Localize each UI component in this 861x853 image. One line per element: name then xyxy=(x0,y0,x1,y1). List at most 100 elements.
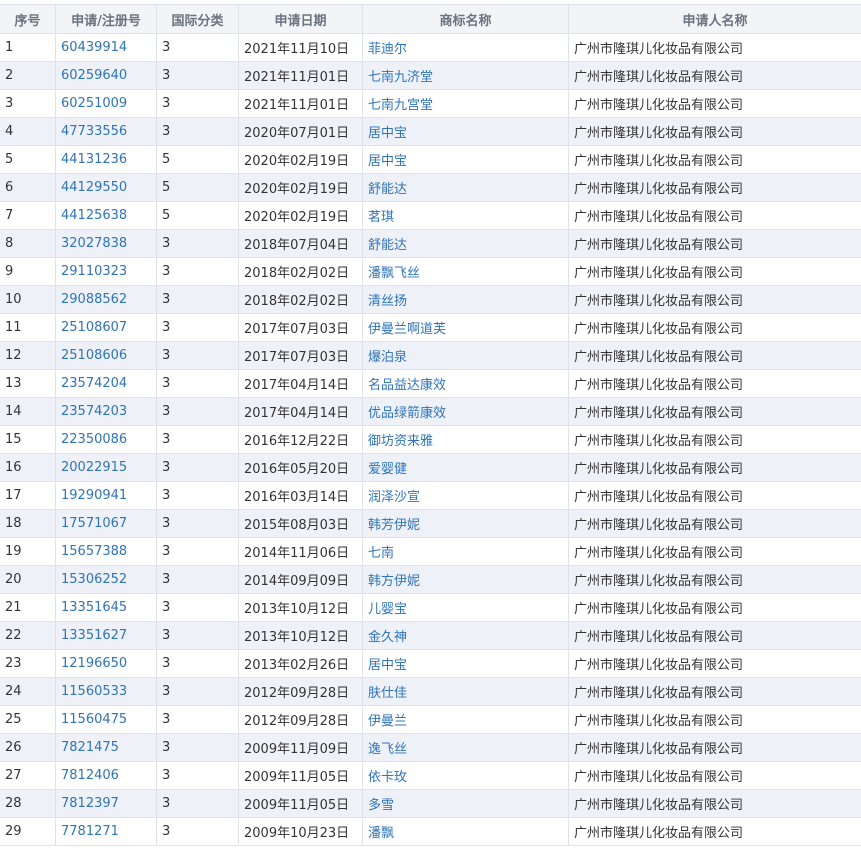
registration-number-link[interactable]: 47733556 xyxy=(61,124,127,139)
trademark-name-link[interactable]: 舒能达 xyxy=(368,182,407,197)
column-header-trademark-name[interactable]: 商标名称 xyxy=(363,5,569,34)
registration-number-link[interactable]: 23574203 xyxy=(61,404,127,419)
applicant-name: 广州市隆琪儿化妆品有限公司 xyxy=(574,490,743,505)
registration-number-link[interactable]: 23574204 xyxy=(61,376,127,391)
trademark-name-link[interactable]: 伊曼兰啊道芙 xyxy=(368,322,446,337)
table-cell-registration-number: 44129550 xyxy=(56,174,157,202)
trademark-name-link[interactable]: 清丝扬 xyxy=(368,294,407,309)
trademark-name-link[interactable]: 肤仕佳 xyxy=(368,686,407,701)
table-cell-applicant-name: 广州市隆琪儿化妆品有限公司 xyxy=(569,314,861,342)
column-header-class[interactable]: 国际分类 xyxy=(157,5,239,34)
trademark-name-link[interactable]: 爱婴健 xyxy=(368,462,407,477)
trademark-name-link[interactable]: 儿婴宝 xyxy=(368,602,407,617)
trademark-name-link[interactable]: 潘飘 xyxy=(368,826,394,841)
row-index: 18 xyxy=(5,516,22,531)
registration-number-link[interactable]: 11560475 xyxy=(61,712,127,727)
international-class: 3 xyxy=(162,600,170,615)
trademark-name-link[interactable]: 七南 xyxy=(368,546,394,561)
table-cell-international-class: 3 xyxy=(157,818,239,846)
trademark-name-link[interactable]: 七南九济堂 xyxy=(368,70,433,85)
column-header-applicant[interactable]: 申请人名称 xyxy=(569,5,861,34)
table-cell-applicant-name: 广州市隆琪儿化妆品有限公司 xyxy=(569,426,861,454)
row-index: 10 xyxy=(5,292,22,307)
trademark-name-link[interactable]: 居中宝 xyxy=(368,126,407,141)
table-cell-row-index: 9 xyxy=(0,258,56,286)
registration-number-link[interactable]: 44125638 xyxy=(61,208,127,223)
table-cell-applicant-name: 广州市隆琪儿化妆品有限公司 xyxy=(569,790,861,818)
table-cell-row-index: 17 xyxy=(0,482,56,510)
registration-number-link[interactable]: 29088562 xyxy=(61,292,127,307)
trademark-name-link[interactable]: 居中宝 xyxy=(368,658,407,673)
table-cell-trademark-name: 依卡玫 xyxy=(363,762,569,790)
table-cell-trademark-name: 伊曼兰啊道芙 xyxy=(363,314,569,342)
registration-number-link[interactable]: 17571067 xyxy=(61,516,127,531)
registration-number-link[interactable]: 12196650 xyxy=(61,656,127,671)
table-cell-row-index: 3 xyxy=(0,90,56,118)
registration-number-link[interactable]: 25108606 xyxy=(61,348,127,363)
registration-number-link[interactable]: 19290941 xyxy=(61,488,127,503)
trademark-name-link[interactable]: 茗琪 xyxy=(368,210,394,225)
trademark-name-link[interactable]: 伊曼兰 xyxy=(368,714,407,729)
registration-number-link[interactable]: 60439914 xyxy=(61,40,127,55)
registration-number-link[interactable]: 11560533 xyxy=(61,684,127,699)
table-cell-applicant-name: 广州市隆琪儿化妆品有限公司 xyxy=(569,370,861,398)
registration-number-link[interactable]: 13351645 xyxy=(61,600,127,615)
applicant-name: 广州市隆琪儿化妆品有限公司 xyxy=(574,238,743,253)
trademark-name-link[interactable]: 七南九宫堂 xyxy=(368,98,433,113)
row-index: 29 xyxy=(5,824,22,839)
column-header-reg-no[interactable]: 申请/注册号 xyxy=(56,5,157,34)
row-index: 16 xyxy=(5,460,22,475)
table-cell-applicant-name: 广州市隆琪儿化妆品有限公司 xyxy=(569,454,861,482)
trademark-name-link[interactable]: 润泽沙宣 xyxy=(368,490,420,505)
registration-number-link[interactable]: 15657388 xyxy=(61,544,127,559)
application-date: 2017年07月03日 xyxy=(244,350,349,365)
column-header-date[interactable]: 申请日期 xyxy=(239,5,363,34)
table-row: 83202783832018年07月04日舒能达广州市隆琪儿化妆品有限公司 xyxy=(0,230,861,258)
registration-number-link[interactable]: 15306252 xyxy=(61,572,127,587)
trademark-name-link[interactable]: 金久神 xyxy=(368,630,407,645)
trademark-name-link[interactable]: 菲迪尔 xyxy=(368,42,407,57)
trademark-name-link[interactable]: 居中宝 xyxy=(368,154,407,169)
table-cell-trademark-name: 韩方伊妮 xyxy=(363,566,569,594)
trademark-name-link[interactable]: 潘飘飞丝 xyxy=(368,266,420,281)
table-cell-application-date: 2020年02月19日 xyxy=(239,146,363,174)
trademark-name-link[interactable]: 韩方伊妮 xyxy=(368,574,420,589)
trademark-name-link[interactable]: 逸飞丝 xyxy=(368,742,407,757)
international-class: 3 xyxy=(162,40,170,55)
registration-number-link[interactable]: 44129550 xyxy=(61,180,127,195)
registration-number-link[interactable]: 7812397 xyxy=(61,796,119,811)
registration-number-link[interactable]: 25108607 xyxy=(61,320,127,335)
table-row: 201530625232014年09月09日韩方伊妮广州市隆琪儿化妆品有限公司 xyxy=(0,566,861,594)
table-cell-trademark-name: 多雪 xyxy=(363,790,569,818)
registration-number-link[interactable]: 32027838 xyxy=(61,236,127,251)
table-cell-international-class: 3 xyxy=(157,622,239,650)
registration-number-link[interactable]: 7781271 xyxy=(61,824,119,839)
registration-number-link[interactable]: 20022915 xyxy=(61,460,127,475)
registration-number-link[interactable]: 7821475 xyxy=(61,740,119,755)
registration-number-link[interactable]: 29110323 xyxy=(61,264,127,279)
table-row: 251156047532012年09月28日伊曼兰广州市隆琪儿化妆品有限公司 xyxy=(0,706,861,734)
registration-number-link[interactable]: 60251009 xyxy=(61,96,127,111)
registration-number-link[interactable]: 44131236 xyxy=(61,152,127,167)
column-header-index[interactable]: 序号 xyxy=(0,5,56,34)
table-row: 142357420332017年04月14日优品绿箭康效广州市隆琪儿化妆品有限公… xyxy=(0,398,861,426)
registration-number-link[interactable]: 7812406 xyxy=(61,768,119,783)
trademark-name-link[interactable]: 名品益达康效 xyxy=(368,378,446,393)
table-row: 64412955052020年02月19日舒能达广州市隆琪儿化妆品有限公司 xyxy=(0,174,861,202)
registration-number-link[interactable]: 13351627 xyxy=(61,628,127,643)
trademark-name-link[interactable]: 爆泊泉 xyxy=(368,350,407,365)
trademark-name-link[interactable]: 韩芳伊妮 xyxy=(368,518,420,533)
table-cell-registration-number: 60259640 xyxy=(56,62,157,90)
trademark-name-link[interactable]: 优品绿箭康效 xyxy=(368,406,446,421)
applicant-name: 广州市隆琪儿化妆品有限公司 xyxy=(574,462,743,477)
registration-number-link[interactable]: 22350086 xyxy=(61,432,127,447)
trademark-name-link[interactable]: 依卡玫 xyxy=(368,770,407,785)
trademark-name-link[interactable]: 舒能达 xyxy=(368,238,407,253)
table-cell-application-date: 2013年10月12日 xyxy=(239,594,363,622)
trademark-name-link[interactable]: 御坊资来雅 xyxy=(368,434,433,449)
table-cell-registration-number: 25108607 xyxy=(56,314,157,342)
international-class: 3 xyxy=(162,516,170,531)
trademark-name-link[interactable]: 多雪 xyxy=(368,798,394,813)
registration-number-link[interactable]: 60259640 xyxy=(61,68,127,83)
international-class: 3 xyxy=(162,292,170,307)
